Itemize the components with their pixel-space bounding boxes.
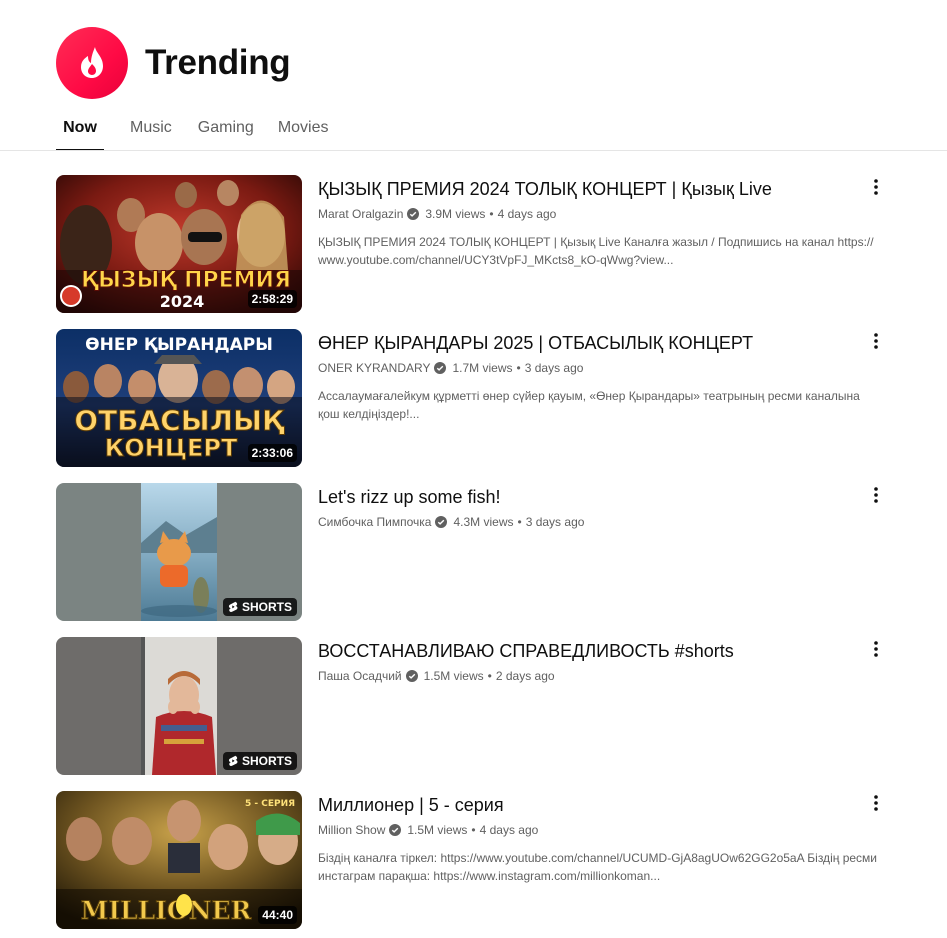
- duration-badge: 2:33:06: [247, 444, 297, 462]
- video-info: Let's rizz up some fish! Симбочка Пимпоч…: [318, 483, 888, 530]
- channel-name[interactable]: Симбочка Пимпочка: [318, 515, 431, 529]
- shorts-icon: [228, 755, 238, 767]
- description-line: қош келдіңіздер!...: [318, 407, 420, 421]
- page-header: Trending: [56, 27, 291, 99]
- video-item: 5 - СЕРИЯ MILLIONER 44:40 Миллионер | 5 …: [56, 791, 936, 929]
- duration-badge: 44:40: [258, 906, 297, 924]
- tab-music[interactable]: Music: [130, 106, 172, 150]
- upload-age: 3 days ago: [525, 515, 585, 529]
- thumbnail-subheadline: КОНЦЕРТ: [105, 434, 238, 462]
- shorts-label: SHORTS: [241, 600, 292, 614]
- video-title[interactable]: ВОССТАНАВЛИВАЮ СПРАВЕДЛИВОСТЬ #shorts: [318, 638, 888, 664]
- verified-icon: [405, 670, 418, 682]
- thumbnail-headline: MILLIONER: [81, 896, 252, 925]
- more-actions-icon[interactable]: [864, 329, 888, 353]
- tab-movies[interactable]: Movies: [278, 106, 329, 150]
- shorts-badge: SHORTS: [222, 598, 297, 616]
- shorts-icon: [228, 601, 238, 613]
- video-item: ӨНЕР ҚЫРАНДАРЫ ОТБАСЫЛЫҚ КОНЦЕРТ 2:33:06…: [56, 329, 936, 467]
- video-description: Біздің каналға тіркел: https://www.youtu…: [318, 849, 888, 885]
- tab-now[interactable]: Now: [56, 106, 104, 151]
- video-meta: Million Show 1.5M views • 4 days ago: [318, 822, 888, 838]
- view-count: 4.3M views: [453, 515, 514, 529]
- more-actions-icon[interactable]: [864, 791, 888, 815]
- upload-age: 4 days ago: [479, 823, 539, 837]
- thumbnail-headline: ОТБАСЫЛЫҚ: [74, 404, 285, 437]
- meta-separator: •: [471, 823, 476, 837]
- video-meta: Паша Осадчий 1.5M views • 2 days ago: [318, 668, 888, 684]
- video-thumbnail[interactable]: SHORTS: [56, 483, 302, 621]
- verified-icon: [434, 362, 447, 374]
- channel-name[interactable]: Паша Осадчий: [318, 669, 402, 683]
- video-meta: Marat Oralgazin 3.9M views • 4 days ago: [318, 206, 888, 222]
- upload-age: 2 days ago: [495, 669, 555, 683]
- verified-icon: [389, 824, 402, 836]
- video-info: Миллионер | 5 - серия Million Show 1.5M …: [318, 791, 888, 885]
- thumbnail-subheadline: 2024: [160, 292, 205, 311]
- video-thumbnail[interactable]: ӨНЕР ҚЫРАНДАРЫ ОТБАСЫЛЫҚ КОНЦЕРТ 2:33:06: [56, 329, 302, 467]
- view-count: 3.9M views: [425, 207, 486, 221]
- description-line: www.youtube.com/channel/UCY3tVpFJ_MKcts8…: [318, 253, 674, 267]
- page-title: Trending: [145, 43, 291, 82]
- description-line: ҚЫЗЫҚ ПРЕМИЯ 2024 ТОЛЫҚ КОНЦЕРТ | Қызық …: [318, 235, 874, 249]
- video-title[interactable]: ҚЫЗЫҚ ПРЕМИЯ 2024 ТОЛЫҚ КОНЦЕРТ | Қызық …: [318, 176, 888, 202]
- video-thumbnail[interactable]: SHORTS: [56, 637, 302, 775]
- shorts-label: SHORTS: [241, 754, 292, 768]
- more-actions-icon[interactable]: [864, 637, 888, 661]
- meta-separator: •: [517, 515, 522, 529]
- video-info: ВОССТАНАВЛИВАЮ СПРАВЕДЛИВОСТЬ #shorts Па…: [318, 637, 888, 684]
- video-description: Ассалаумағалейкум құрметті өнер сүйер қа…: [318, 387, 888, 423]
- meta-separator: •: [489, 207, 494, 221]
- view-count: 1.5M views: [407, 823, 468, 837]
- video-info: ӨНЕР ҚЫРАНДАРЫ 2025 | ОТБАСЫЛЫҚ КОНЦЕРТ …: [318, 329, 888, 423]
- meta-separator: •: [487, 669, 492, 683]
- channel-name[interactable]: Million Show: [318, 823, 385, 837]
- view-count: 1.5M views: [423, 669, 484, 683]
- verified-icon: [407, 208, 420, 220]
- description-line: инстаграм парақша: https://www.instagram…: [318, 869, 661, 883]
- video-title[interactable]: Let's rizz up some fish!: [318, 484, 888, 510]
- tab-bar: Now Music Gaming Movies: [56, 106, 329, 151]
- channel-name[interactable]: ONER KYRANDARY: [318, 361, 430, 375]
- video-meta: ONER KYRANDARY 1.7M views • 3 days ago: [318, 360, 888, 376]
- meta-separator: •: [516, 361, 521, 375]
- video-thumbnail[interactable]: ҚЫЗЫҚ ПРЕМИЯ 2024 2:58:29: [56, 175, 302, 313]
- upload-age: 4 days ago: [497, 207, 557, 221]
- video-item: SHORTS Let's rizz up some fish! Симбочка…: [56, 483, 936, 621]
- more-actions-icon[interactable]: [864, 483, 888, 507]
- channel-name[interactable]: Marat Oralgazin: [318, 207, 403, 221]
- more-actions-icon[interactable]: [864, 175, 888, 199]
- description-line: Біздің каналға тіркел: https://www.youtu…: [318, 851, 877, 865]
- upload-age: 3 days ago: [524, 361, 584, 375]
- video-info: ҚЫЗЫҚ ПРЕМИЯ 2024 ТОЛЫҚ КОНЦЕРТ | Қызық …: [318, 175, 888, 269]
- video-title[interactable]: ӨНЕР ҚЫРАНДАРЫ 2025 | ОТБАСЫЛЫҚ КОНЦЕРТ: [318, 330, 888, 356]
- description-line: Ассалаумағалейкум құрметті өнер сүйер қа…: [318, 389, 860, 403]
- thumbnail-tag: 5 - СЕРИЯ: [245, 799, 295, 809]
- video-thumbnail[interactable]: 5 - СЕРИЯ MILLIONER 44:40: [56, 791, 302, 929]
- video-title[interactable]: Миллионер | 5 - серия: [318, 792, 888, 818]
- tab-divider: [0, 150, 947, 151]
- video-description: ҚЫЗЫҚ ПРЕМИЯ 2024 ТОЛЫҚ КОНЦЕРТ | Қызық …: [318, 233, 888, 269]
- video-item: ҚЫЗЫҚ ПРЕМИЯ 2024 2:58:29 ҚЫЗЫҚ ПРЕМИЯ 2…: [56, 175, 936, 313]
- trending-flame-icon: [56, 27, 128, 99]
- duration-badge: 2:58:29: [247, 290, 297, 308]
- video-meta: Симбочка Пимпочка 4.3M views • 3 days ag…: [318, 514, 888, 530]
- tab-gaming[interactable]: Gaming: [198, 106, 254, 150]
- view-count: 1.7M views: [452, 361, 513, 375]
- verified-icon: [435, 516, 448, 528]
- shorts-badge: SHORTS: [222, 752, 297, 770]
- thumbnail-headline: ӨНЕР ҚЫРАНДАРЫ: [85, 335, 273, 355]
- video-item: SHORTS ВОССТАНАВЛИВАЮ СПРАВЕДЛИВОСТЬ #sh…: [56, 637, 936, 775]
